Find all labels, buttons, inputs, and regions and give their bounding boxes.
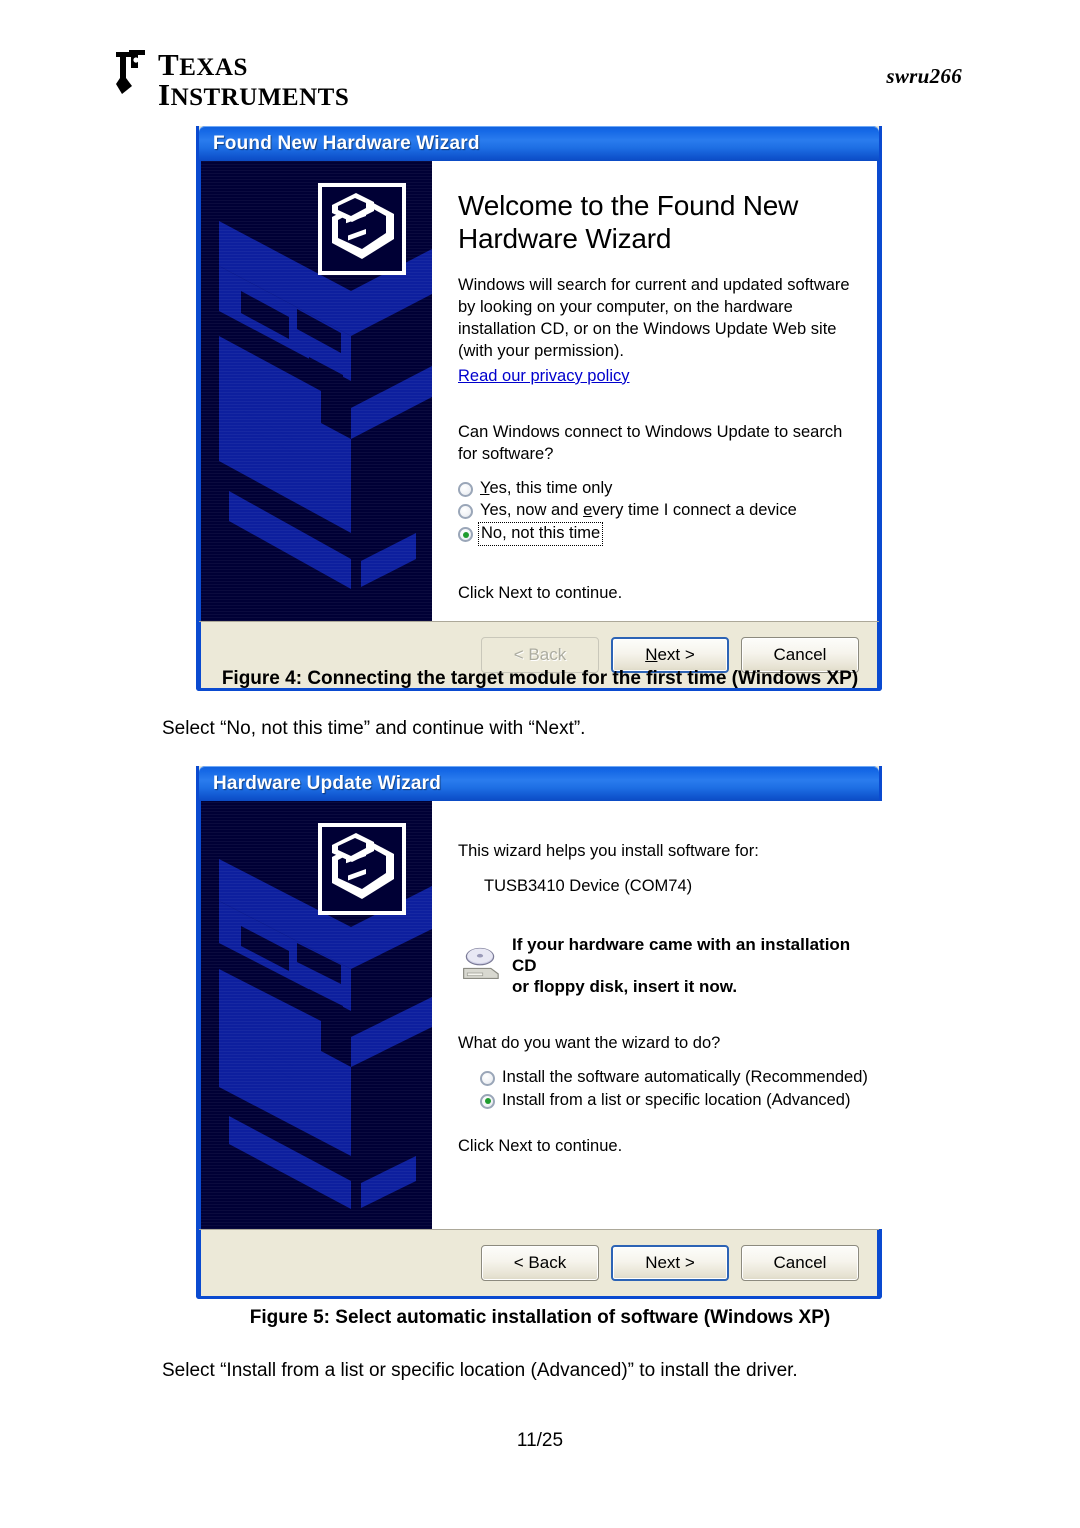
radio-yes-every-time[interactable]: Yes, now and every time I connect a devi… bbox=[458, 501, 855, 521]
ti-brand-line-1: TEXAS bbox=[158, 47, 248, 82]
dialog2-hint: Click Next to continue. bbox=[458, 1136, 623, 1155]
radio-label: No, not this time bbox=[477, 522, 604, 547]
radio-label: Yes, now and every time I connect a devi… bbox=[480, 501, 797, 520]
radio-no-not-this-time[interactable]: No, not this time bbox=[458, 522, 855, 547]
next-button[interactable]: Next > bbox=[611, 1245, 729, 1281]
figure-4-caption: Figure 4: Connecting the target module f… bbox=[221, 668, 859, 689]
hardware-wizard-icon bbox=[318, 823, 406, 915]
document-id: swru266 bbox=[886, 64, 962, 88]
dialog2-button-bar: < Back Next > Cancel bbox=[199, 1230, 879, 1296]
dialog1-title-bar: Found New Hardware Wizard bbox=[199, 126, 879, 161]
back-button[interactable]: < Back bbox=[481, 1245, 599, 1281]
dialog1-body: Welcome to the Found New Hardware Wizard… bbox=[199, 161, 879, 621]
dialog1-content: Welcome to the Found New Hardware Wizard… bbox=[432, 161, 877, 621]
texas-instruments-logo: TEXAS INSTRUMENTS bbox=[112, 48, 349, 110]
radio-install-automatically[interactable]: Install the software automatically (Reco… bbox=[480, 1068, 868, 1088]
radio-button-icon[interactable] bbox=[458, 481, 473, 497]
dialog2-title: Hardware Update Wizard bbox=[213, 772, 442, 794]
radio-button-icon[interactable] bbox=[480, 1093, 495, 1109]
ti-brand-line-2: INSTRUMENTS bbox=[158, 77, 350, 112]
radio-label: Install from a list or specific location… bbox=[502, 1090, 851, 1109]
page-number: 11/25 bbox=[516, 1430, 564, 1451]
ti-logo-mark-icon bbox=[112, 48, 152, 100]
dialog1-heading: Welcome to the Found New Hardware Wizard bbox=[458, 190, 799, 255]
radio-install-from-list[interactable]: Install from a list or specific location… bbox=[480, 1091, 868, 1111]
hardware-wizard-icon bbox=[318, 183, 406, 275]
radio-label: YYes, this time onlyes, this time only bbox=[480, 478, 613, 497]
next-button-label: Next > bbox=[645, 645, 695, 664]
cd-drive-icon bbox=[458, 943, 502, 988]
found-new-hardware-wizard-dialog: Found New Hardware Wizard Welcome to the… bbox=[196, 126, 882, 691]
radio-button-icon[interactable] bbox=[458, 527, 473, 543]
cancel-button[interactable]: Cancel bbox=[741, 1245, 859, 1281]
dialog2-title-bar: Hardware Update Wizard bbox=[199, 766, 879, 801]
dialog1-hint: Click Next to continue. bbox=[458, 584, 623, 603]
dialog1-title: Found New Hardware Wizard bbox=[213, 132, 480, 154]
figure-5-caption: Figure 5: Select automatic installation … bbox=[249, 1307, 831, 1328]
dialog2-sidebar-graphic bbox=[201, 801, 432, 1229]
device-name: TUSB3410 Device (COM74) bbox=[484, 876, 693, 895]
radio-button-icon[interactable] bbox=[480, 1071, 495, 1087]
figure-5-following-text: Select “Install from a list or specific … bbox=[162, 1360, 798, 1381]
installation-cd-notice: If your hardware came with an installati… bbox=[458, 934, 868, 997]
dialog2-content: This wizard helps you install software f… bbox=[432, 801, 890, 1229]
dialog1-question: Can Windows connect to Windows Update to… bbox=[458, 422, 843, 463]
radio-label: Install the software automatically (Reco… bbox=[502, 1068, 868, 1087]
figure-4-following-text: Select “No, not this time” and continue … bbox=[162, 718, 586, 739]
cd-notice-text: If your hardware came with an installati… bbox=[512, 934, 868, 997]
privacy-policy-link[interactable]: Read our privacy policy bbox=[458, 367, 630, 386]
dialog2-question: What do you want the wizard to do? bbox=[458, 1034, 721, 1053]
radio-button-icon[interactable] bbox=[458, 504, 473, 520]
cd-notice-line-1: If your hardware came with an installati… bbox=[512, 934, 851, 975]
document-header: TEXAS INSTRUMENTS swru266 bbox=[0, 48, 1080, 110]
ti-wordmark: TEXAS INSTRUMENTS bbox=[158, 48, 349, 110]
hardware-update-wizard-dialog: Hardware Update Wizard This wizard helps… bbox=[196, 766, 890, 1299]
cd-notice-line-2: or floppy disk, insert it now. bbox=[512, 977, 738, 997]
dialog2-body: This wizard helps you install software f… bbox=[199, 801, 890, 1229]
dialog2-intro: This wizard helps you install software f… bbox=[458, 842, 759, 860]
dialog1-description: Windows will search for current and upda… bbox=[458, 276, 850, 360]
radio-yes-this-time-only[interactable]: YYes, this time onlyes, this time only bbox=[458, 479, 855, 499]
dialog1-sidebar-graphic bbox=[201, 161, 432, 621]
